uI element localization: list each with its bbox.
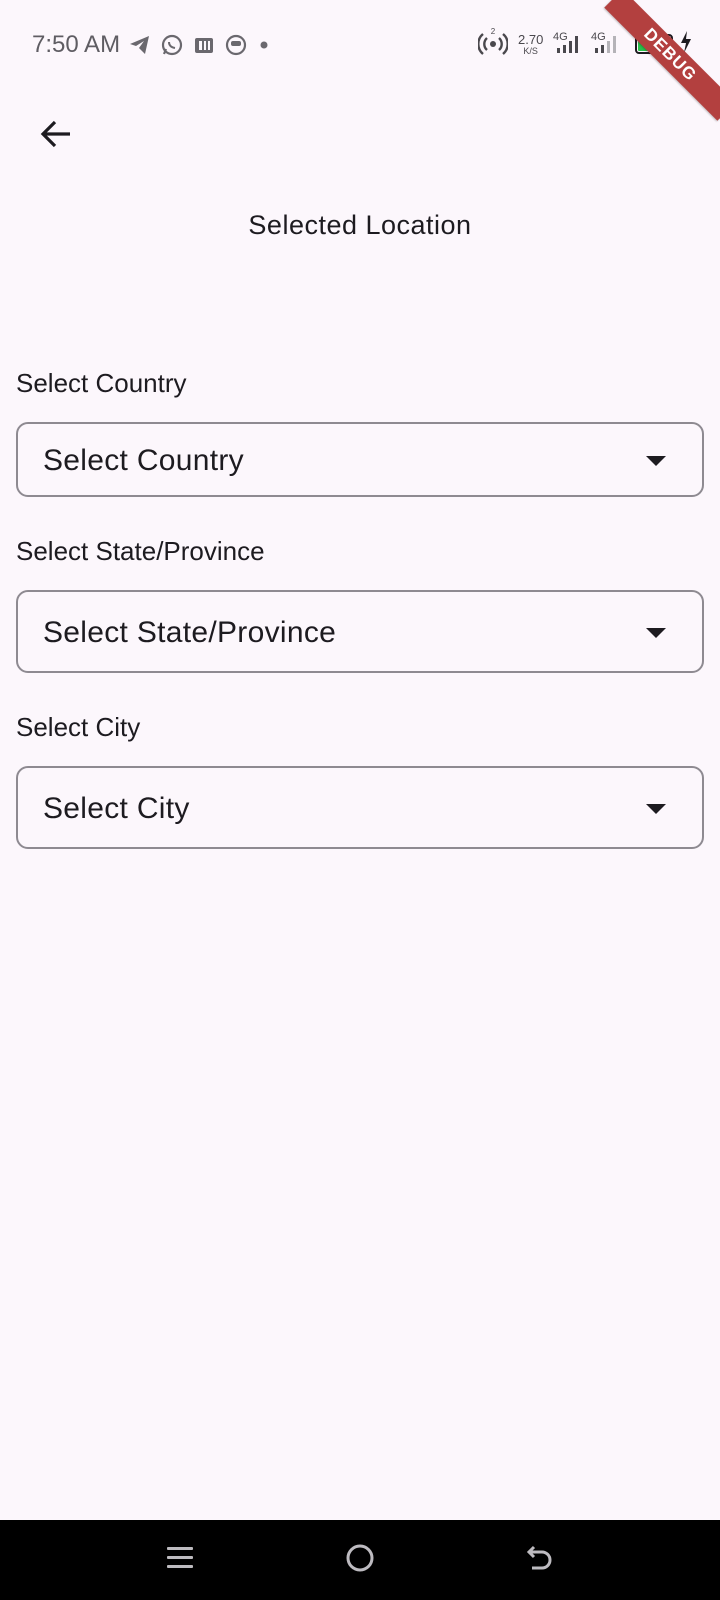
- back-icon: [524, 1542, 556, 1579]
- home-icon: [344, 1542, 376, 1579]
- state-dropdown[interactable]: Select State/Province: [16, 590, 704, 673]
- notification-dot-icon: [256, 33, 272, 57]
- arrow-back-icon: [38, 116, 74, 157]
- city-label: Select City: [16, 712, 141, 742]
- menu-icon: [165, 1543, 195, 1578]
- network-type-1: 4G: [553, 31, 568, 43]
- chevron-down-icon: [646, 456, 666, 466]
- page-title: Selected Location: [248, 210, 472, 240]
- back-button[interactable]: [28, 108, 84, 164]
- telegram-icon: [128, 33, 152, 57]
- system-nav-bar: [0, 1520, 720, 1600]
- net-speed-unit: K/S: [523, 45, 538, 56]
- parking-app-icon: [192, 33, 216, 57]
- hotspot-badge: 2: [491, 28, 496, 36]
- state-label: Select State/Province: [16, 536, 265, 566]
- country-label: Select Country: [16, 368, 187, 398]
- city-dropdown[interactable]: Select City: [16, 766, 704, 849]
- screen: 7:50 AM 2 2.70 K/S 4G 4G DEBUG Selected …: [0, 0, 720, 1600]
- net-speed: 2.70 K/S: [518, 33, 543, 56]
- chevron-down-icon: [646, 628, 666, 638]
- home-button[interactable]: [340, 1540, 380, 1580]
- whatsapp-icon: [160, 33, 184, 57]
- nav-back-button[interactable]: [520, 1540, 560, 1580]
- status-time: 7:50 AM: [32, 31, 121, 58]
- network-type-2: 4G: [591, 31, 606, 43]
- menu-button[interactable]: [160, 1540, 200, 1580]
- country-dropdown[interactable]: Select Country: [16, 422, 704, 497]
- signal-icon: 4G: [553, 28, 585, 61]
- country-dropdown-value: Select Country: [43, 444, 244, 477]
- net-speed-value: 2.70: [518, 31, 544, 47]
- notification-icons: [128, 30, 272, 60]
- hotspot-icon: 2: [477, 27, 509, 61]
- signal-icon: 4G: [591, 28, 623, 61]
- state-dropdown-value: Select State/Province: [43, 616, 337, 649]
- chevron-down-icon: [646, 804, 666, 814]
- messenger-icon: [224, 33, 248, 57]
- city-dropdown-value: Select City: [43, 792, 190, 825]
